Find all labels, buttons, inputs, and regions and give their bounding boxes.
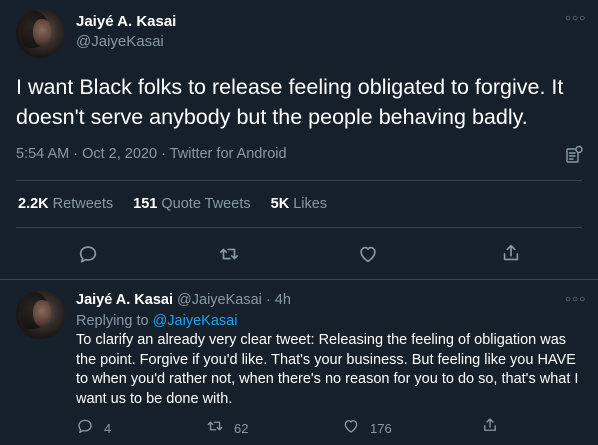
author-handle[interactable]: @JaiyeKasai — [177, 292, 262, 308]
tweet-source[interactable]: Twitter for Android — [170, 146, 287, 162]
replying-to: Replying to @JaiyeKasai — [76, 313, 237, 329]
avatar[interactable] — [16, 290, 65, 339]
tweet-date[interactable]: Oct 2, 2020 — [82, 146, 157, 162]
avatar[interactable] — [16, 9, 65, 58]
reply-time[interactable]: 4h — [275, 292, 291, 308]
tweet-time[interactable]: 5:54 AM — [16, 146, 69, 162]
share-icon[interactable] — [481, 416, 499, 439]
retweets-count: 2.2K — [18, 196, 49, 212]
reply-header: Jaiyé A. Kasai @JaiyeKasai · 4h — [76, 292, 291, 308]
analytics-icon[interactable] — [564, 145, 584, 165]
divider — [16, 227, 582, 228]
like-count: 176 — [370, 421, 392, 436]
reply-text: To clarify an already very clear tweet: … — [76, 332, 579, 407]
likes-count: 5K — [270, 196, 290, 212]
divider — [0, 279, 598, 280]
quotes-count: 151 — [133, 196, 158, 212]
author-name[interactable]: Jaiyé A. Kasai — [76, 292, 173, 308]
replying-to-handle[interactable]: @JaiyeKasai — [153, 313, 238, 329]
like-icon[interactable] — [357, 243, 379, 270]
replying-to-label: Replying to — [76, 313, 149, 329]
divider — [16, 180, 582, 181]
author-handle[interactable]: @JaiyeKasai — [76, 33, 164, 50]
like-icon[interactable] — [342, 417, 360, 440]
more-icon[interactable]: ○○○ — [565, 294, 586, 305]
retweets-stat[interactable]: 2.2K Retweets — [18, 196, 117, 212]
likes-label: Likes — [293, 196, 328, 212]
reply-icon[interactable] — [76, 417, 94, 440]
quotes-label: Quote Tweets — [161, 196, 251, 212]
retweet-icon[interactable] — [218, 243, 240, 270]
retweet-count: 62 — [234, 421, 249, 436]
tweet-text: I want Black folks to release feeling ob… — [16, 75, 564, 129]
like-action[interactable]: 176 — [342, 417, 392, 440]
retweet-action[interactable]: 62 — [206, 417, 248, 440]
meta-separator: · — [69, 146, 83, 162]
reply-count: 4 — [104, 421, 112, 436]
retweet-icon[interactable] — [206, 417, 224, 440]
reply-action[interactable]: 4 — [76, 417, 111, 440]
author-name[interactable]: Jaiyé A. Kasai — [76, 13, 176, 30]
share-icon[interactable] — [500, 242, 522, 269]
tweet-meta: 5:54 AM · Oct 2, 2020 · Twitter for Andr… — [16, 146, 287, 162]
likes-stat[interactable]: 5K Likes — [271, 196, 327, 212]
reply-icon[interactable] — [77, 243, 99, 270]
header-separator: · — [265, 292, 271, 308]
more-icon[interactable]: ○○○ — [565, 13, 586, 24]
tweet-stats: 2.2K Retweets 151 Quote Tweets 5K Likes — [18, 196, 327, 212]
quotes-stat[interactable]: 151 Quote Tweets — [133, 196, 254, 212]
meta-separator: · — [157, 146, 170, 162]
retweets-label: Retweets — [52, 196, 114, 212]
